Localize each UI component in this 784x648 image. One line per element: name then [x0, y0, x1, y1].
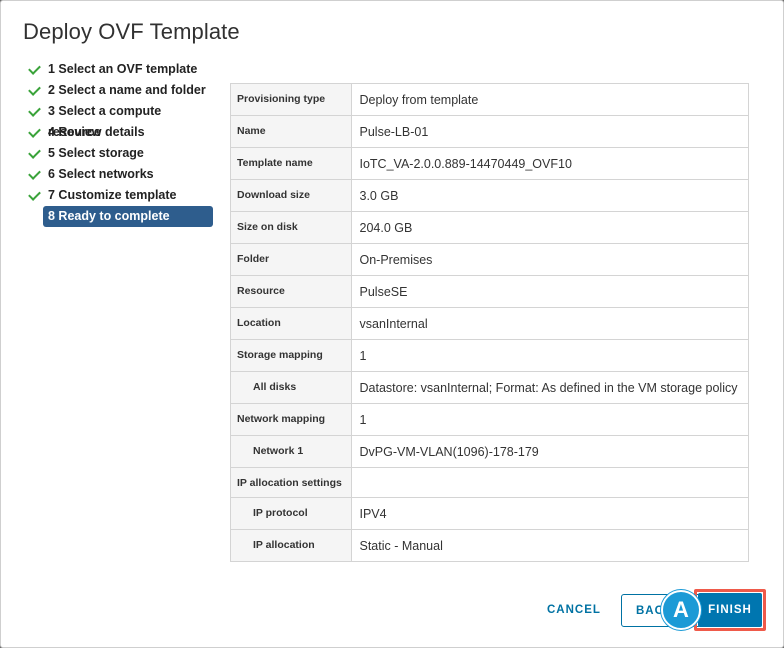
row-key: Template name [231, 147, 352, 180]
step-label: 2 Select a name and folder [48, 83, 206, 97]
row-key: IP protocol [231, 497, 352, 530]
table-row: All disks Datastore: vsanInternal; Forma… [231, 371, 748, 404]
row-key: Network 1 [231, 435, 352, 468]
step-label: 7 Customize template [48, 188, 177, 202]
row-value [351, 467, 748, 498]
row-key: Name [231, 115, 352, 148]
checkmark-icon [28, 62, 41, 75]
checkmark-icon [28, 146, 41, 159]
checkmark-icon [28, 104, 41, 117]
row-value: Deploy from template [351, 84, 748, 116]
row-key: IP allocation settings [231, 467, 352, 498]
deploy-ovf-dialog: Deploy OVF Template 1 Select an OVF temp… [0, 0, 784, 648]
step-ready-to-complete[interactable]: 8 Ready to complete [43, 206, 213, 227]
table-row: Storage mapping 1 [231, 339, 748, 372]
row-value: 204.0 GB [351, 211, 748, 244]
table-row: Template name IoTC_VA-2.0.0.889-14470449… [231, 147, 748, 180]
table-row: IP allocation Static - Manual [231, 529, 748, 561]
row-value: vsanInternal [351, 307, 748, 340]
row-key: IP allocation [231, 529, 352, 561]
checkmark-icon [28, 188, 41, 201]
row-key: Folder [231, 243, 352, 276]
row-value: 1 [351, 403, 748, 436]
row-value: DvPG-VM-VLAN(1096)-178-179 [351, 435, 748, 468]
row-value: IPV4 [351, 497, 748, 530]
table-row: Name Pulse-LB-01 [231, 115, 748, 148]
table-row: Provisioning type Deploy from template [231, 84, 748, 116]
row-value: 1 [351, 339, 748, 372]
finish-button[interactable]: FINISH [698, 593, 762, 627]
step-label: 6 Select networks [48, 167, 154, 181]
checkmark-icon [28, 83, 41, 96]
table-row: Folder On-Premises [231, 243, 748, 276]
step-select-compute-resource[interactable]: 3 Select a compute resource [27, 101, 217, 139]
row-key: All disks [231, 371, 352, 404]
cancel-button[interactable]: CANCEL [547, 604, 601, 616]
dialog-title: Deploy OVF Template [23, 19, 240, 44]
step-select-storage[interactable]: 5 Select storage [27, 143, 217, 164]
row-value: PulseSE [351, 275, 748, 308]
table-row: Size on disk 204.0 GB [231, 211, 748, 244]
row-key: Resource [231, 275, 352, 308]
row-value: Datastore: vsanInternal; Format: As defi… [351, 371, 748, 404]
summary-table: Provisioning type Deploy from template N… [230, 83, 749, 562]
table-row: Network 1 DvPG-VM-VLAN(1096)-178-179 [231, 435, 748, 468]
step-customize-template[interactable]: 7 Customize template [27, 185, 217, 206]
row-key: Network mapping [231, 403, 352, 436]
annotation-marker: A [661, 590, 701, 630]
table-row: Resource PulseSE [231, 275, 748, 308]
step-label: 1 Select an OVF template [48, 62, 198, 76]
row-value: IoTC_VA-2.0.0.889-14470449_OVF10 [351, 147, 748, 180]
table-row: Location vsanInternal [231, 307, 748, 340]
row-value: Pulse-LB-01 [351, 115, 748, 148]
row-key: Size on disk [231, 211, 352, 244]
table-row: Download size 3.0 GB [231, 179, 748, 212]
step-review-details[interactable]: 4 Review details [27, 122, 217, 143]
step-select-networks[interactable]: 6 Select networks [27, 164, 217, 185]
table-row: IP allocation settings [231, 467, 748, 498]
row-value: 3.0 GB [351, 179, 748, 212]
checkmark-icon [28, 167, 41, 180]
checkmark-icon [28, 125, 41, 138]
step-label: 5 Select storage [48, 146, 144, 160]
wizard-steps: 1 Select an OVF template 2 Select a name… [27, 59, 217, 227]
step-select-ovf-template[interactable]: 1 Select an OVF template [27, 59, 217, 80]
row-key: Download size [231, 179, 352, 212]
step-select-name-folder[interactable]: 2 Select a name and folder [27, 80, 217, 101]
table-row: Network mapping 1 [231, 403, 748, 436]
table-row: IP protocol IPV4 [231, 497, 748, 530]
step-label: 4 Review details [48, 125, 145, 139]
step-label: 8 Ready to complete [48, 209, 170, 223]
row-value: Static - Manual [359, 539, 443, 553]
row-key: Storage mapping [231, 339, 352, 372]
row-key: Location [231, 307, 352, 340]
row-value: On-Premises [351, 243, 748, 276]
row-key: Provisioning type [231, 84, 352, 116]
